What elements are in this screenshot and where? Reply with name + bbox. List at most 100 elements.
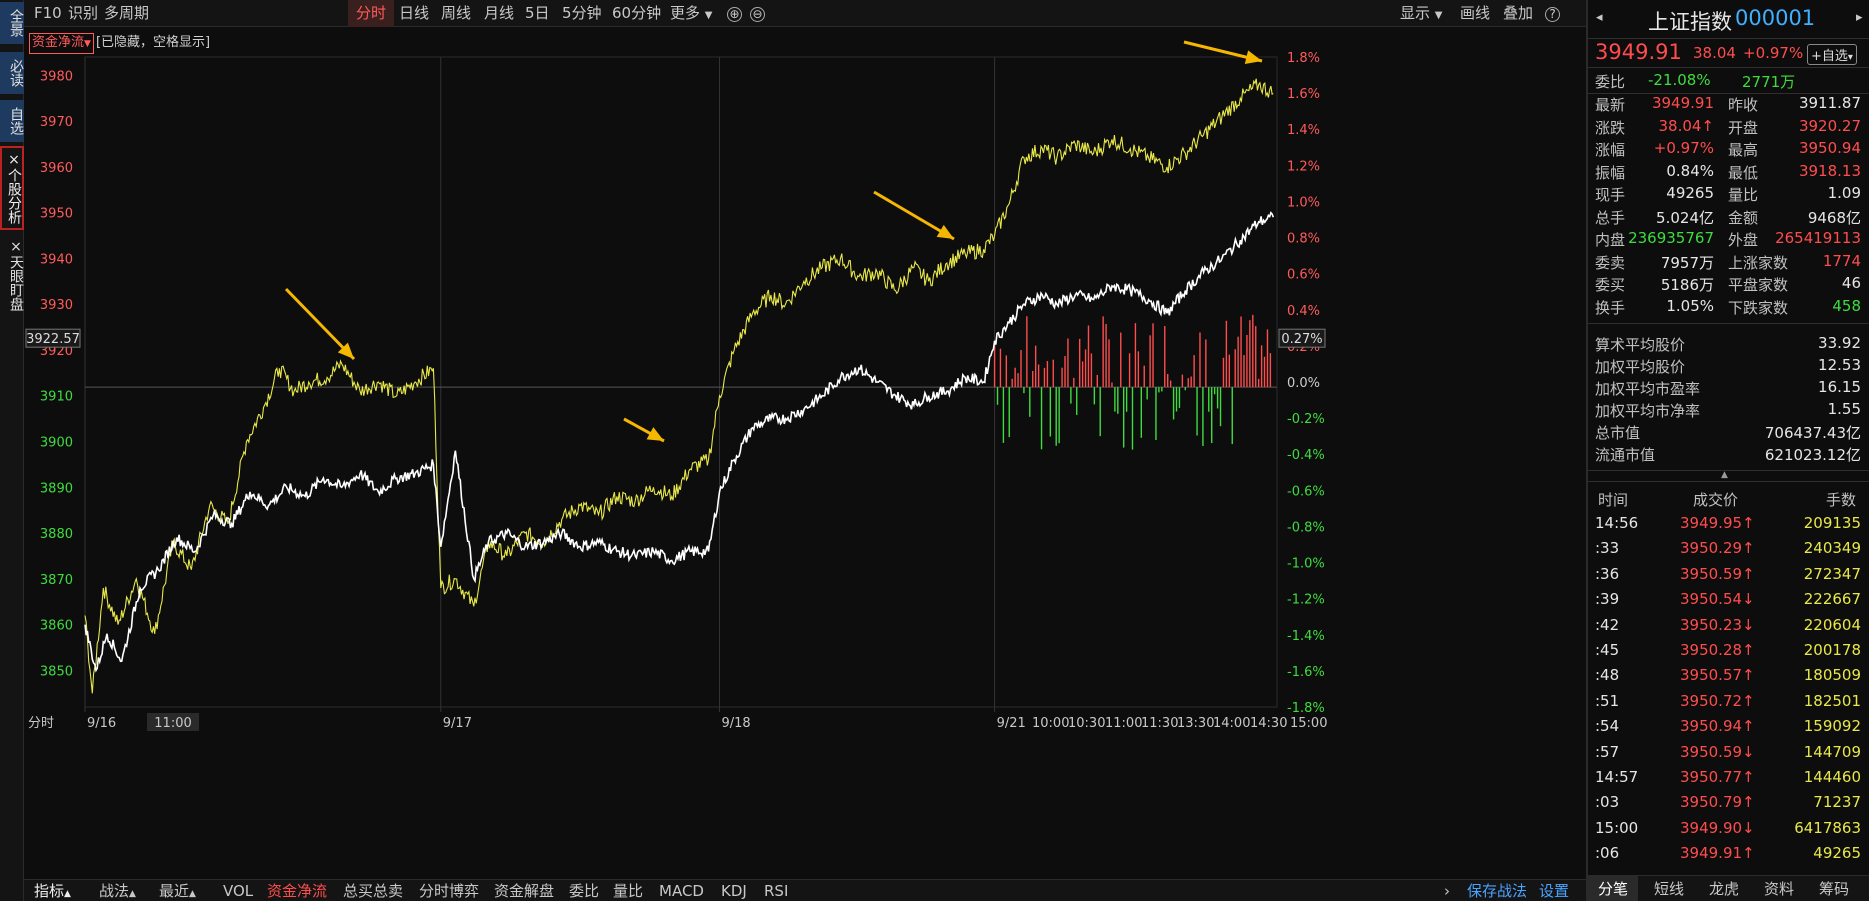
help-icon[interactable]: ? xyxy=(1545,6,1560,22)
stat-value: 3950.94 xyxy=(1798,139,1861,157)
chevron-down-icon: ▾ xyxy=(1847,52,1853,63)
add-favorite-button[interactable]: +自选▾ xyxy=(1807,44,1857,65)
nav-stock-analysis[interactable]: ×个股分析 xyxy=(0,146,24,230)
nav-watchlist[interactable]: 自选 xyxy=(0,100,24,142)
tab-more[interactable]: 更多 ▼ xyxy=(670,0,713,27)
zoom-out-icon[interactable]: ⊖ xyxy=(750,6,765,22)
tick-time: 14:56 xyxy=(1595,514,1639,532)
pct-tick-label: -0.6% xyxy=(1287,484,1325,499)
identify-button[interactable]: 识别 xyxy=(68,0,98,27)
stat-value: 3918.13 xyxy=(1798,161,1861,180)
market-stat-label: 加权平均市净率 xyxy=(1595,402,1701,420)
x-axis-title: 分时 xyxy=(28,716,54,731)
left-nav: 全景 必读 自选 ×个股分析 ×天眼盯盘 xyxy=(0,0,24,901)
tab-short-term[interactable]: 短线 xyxy=(1654,876,1684,901)
x-tick-label: 14:30 xyxy=(1250,716,1287,731)
nav-must-read[interactable]: 必读 xyxy=(0,52,24,94)
display-menu[interactable]: 显示 ▼ xyxy=(1400,0,1443,27)
stat-label: 最低 xyxy=(1728,163,1759,182)
stat-value: +0.97% xyxy=(1653,139,1714,157)
recent-tab[interactable]: 最近▲ xyxy=(159,880,196,901)
ind-rsi[interactable]: RSI xyxy=(764,880,788,901)
stat-label: 上涨家数 xyxy=(1728,253,1789,272)
save-strategy-link[interactable]: 保存战法 xyxy=(1467,880,1527,901)
ind-fund-flow[interactable]: 资金净流 xyxy=(267,880,327,901)
overlay-button[interactable]: 叠加 xyxy=(1503,0,1533,27)
tab-60min[interactable]: 60分钟 xyxy=(612,0,661,27)
stat-label: 换手 xyxy=(1595,298,1626,317)
tick-time: :06 xyxy=(1595,844,1620,863)
chevron-right-icon[interactable]: › xyxy=(1444,880,1450,901)
plus-icon: ⊕ xyxy=(727,7,742,22)
tick-price: 3949.90↓ xyxy=(1680,818,1755,837)
stat-label: 昨收 xyxy=(1728,96,1759,114)
tab-profile[interactable]: 资料 xyxy=(1764,876,1794,901)
tick-time: :36 xyxy=(1595,564,1620,583)
pct-tick-label: -0.8% xyxy=(1287,520,1325,535)
tab-5min[interactable]: 5分钟 xyxy=(562,0,602,27)
strategy-tab[interactable]: 战法▲ xyxy=(99,880,136,901)
tick-time: :33 xyxy=(1595,539,1620,558)
tick-price: 3950.23↓ xyxy=(1680,615,1755,634)
tab-monthly[interactable]: 月线 xyxy=(484,0,514,27)
y-tick-label: 3910 xyxy=(40,390,73,405)
stock-code: 000001 xyxy=(1735,6,1816,30)
stat-value: 236935767 xyxy=(1628,229,1714,247)
ind-volume-ratio[interactable]: 量比 xyxy=(613,880,643,901)
nav-monitor[interactable]: ×天眼盯盘 xyxy=(0,235,24,315)
ind-fund-analysis[interactable]: 资金解盘 xyxy=(494,880,554,901)
hover-pct: 0.27% xyxy=(1281,332,1322,347)
stat-label: 金额 xyxy=(1728,208,1759,227)
tab-intraday[interactable]: 分时 xyxy=(348,0,395,27)
tick-time: :45 xyxy=(1595,641,1620,659)
tab-dragon-tiger[interactable]: 龙虎 xyxy=(1709,876,1739,901)
multi-period-button[interactable]: 多周期 xyxy=(104,0,149,27)
stat-value: 1774 xyxy=(1822,251,1861,270)
stat-value: 3949.91 xyxy=(1651,94,1714,112)
quote-panel: ◂ 上证指数 000001 ▸ 3949.91 38.04 +0.97% +自选… xyxy=(1586,0,1869,901)
tick-volume: 49265 xyxy=(1813,844,1861,863)
recent-tab-label: 最近 xyxy=(159,882,190,900)
tab-chips[interactable]: 筹码 xyxy=(1819,876,1849,901)
pct-tick-label: 0.6% xyxy=(1287,268,1320,283)
draw-line-button[interactable]: 画线 xyxy=(1460,0,1490,27)
pct-tick-label: 1.0% xyxy=(1287,195,1320,210)
ind-kdj[interactable]: KDJ xyxy=(721,880,747,901)
f10-button[interactable]: F10 xyxy=(34,0,62,27)
tab-ticks[interactable]: 分笔 xyxy=(1588,876,1639,901)
settings-link[interactable]: 设置 xyxy=(1539,880,1569,901)
indicator-tab[interactable]: 指标▲ xyxy=(34,880,71,901)
intraday-chart[interactable]: 3850 3860 3870 3880 3890 3900 3910 3920 3930 3940… xyxy=(24,27,1586,857)
tab-daily[interactable]: 日线 xyxy=(399,0,429,27)
y-tick-label: 3980 xyxy=(40,69,73,84)
tick-volume: 222667 xyxy=(1803,590,1861,609)
market-stat-label: 算术平均股价 xyxy=(1595,336,1686,354)
stat-value: 458 xyxy=(1832,296,1861,315)
prev-stock-icon[interactable]: ◂ xyxy=(1596,10,1603,25)
zoom-in-icon[interactable]: ⊕ xyxy=(727,6,742,22)
ind-macd[interactable]: MACD xyxy=(659,880,704,901)
price-line xyxy=(84,78,1274,694)
tick-price: 3950.94↑ xyxy=(1680,717,1755,736)
x-tick-label: 11:30 xyxy=(1141,716,1178,731)
ind-total-buy-sell[interactable]: 总买总卖 xyxy=(343,880,403,901)
market-stat-value: 621023.12亿 xyxy=(1764,446,1861,464)
tab-5day[interactable]: 5日 xyxy=(525,0,550,27)
ind-order-ratio[interactable]: 委比 xyxy=(569,880,599,901)
pct-tick-label: 0.0% xyxy=(1287,376,1320,391)
ind-intraday-game[interactable]: 分时博弈 xyxy=(419,880,479,901)
next-stock-icon[interactable]: ▸ xyxy=(1856,10,1863,25)
stat-value: 5.024亿 xyxy=(1656,208,1714,227)
order-ratio-value: -21.08% xyxy=(1648,71,1711,89)
ind-vol[interactable]: VOL xyxy=(223,880,253,901)
tab-weekly[interactable]: 周线 xyxy=(441,0,471,27)
right-tabs: 分笔 短线 龙虎 资料 筹码 xyxy=(1588,875,1869,901)
collapse-icon[interactable]: ▲ xyxy=(1721,470,1728,480)
hidden-note: [已隐藏，空格显示] xyxy=(95,35,211,50)
nav-overview[interactable]: 全景 xyxy=(0,2,24,44)
stat-value: 49265 xyxy=(1666,184,1714,202)
average-line xyxy=(84,211,1275,673)
pct-tick-label: -1.4% xyxy=(1287,629,1325,644)
fund-flow-selector[interactable]: 资金净流▼ xyxy=(29,33,94,54)
chart-canvas[interactable]: 3850386038703880389039003910392039303940… xyxy=(24,27,1586,879)
